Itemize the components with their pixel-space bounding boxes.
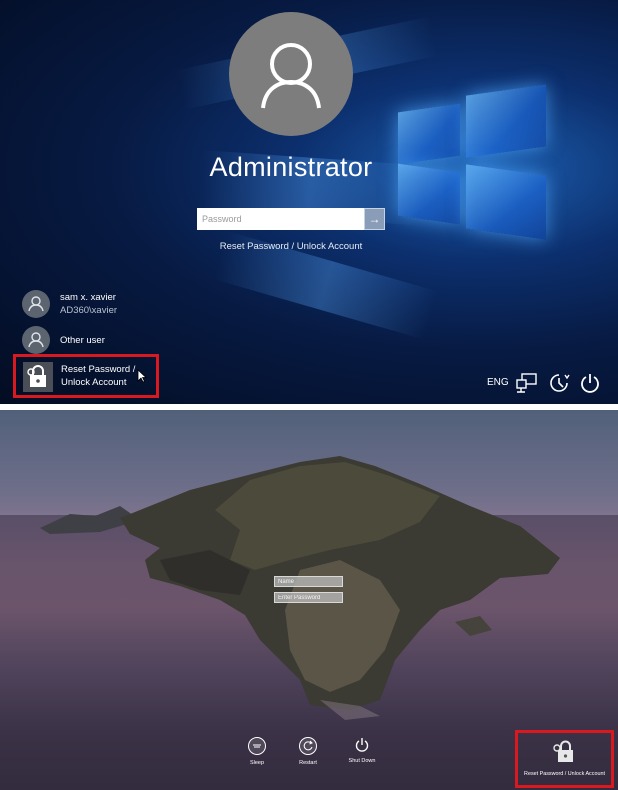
reset-tile-label-line2: Unlock Account <box>61 377 127 388</box>
password-input[interactable] <box>197 208 364 230</box>
user-avatar-small <box>22 290 50 318</box>
sleep-label: Sleep <box>249 760 265 766</box>
network-icon[interactable] <box>515 372 539 394</box>
name-input[interactable] <box>274 576 343 587</box>
user-icon <box>28 296 44 312</box>
shut-down-label: Shut Down <box>348 758 376 764</box>
user-avatar <box>229 12 353 136</box>
user-list-item[interactable]: Other user <box>22 325 105 355</box>
mac-password-input[interactable] <box>274 592 343 603</box>
user-icon <box>261 43 321 109</box>
windows-login-screen: Administrator → Reset Password / Unlock … <box>0 0 618 404</box>
reset-password-link[interactable]: Reset Password / Unlock Account <box>180 241 402 252</box>
restart-button[interactable]: Restart <box>288 737 328 766</box>
mac-reset-password-button[interactable]: Reset Password / Unlock Account <box>515 730 614 788</box>
shut-down-button[interactable]: Shut Down <box>342 737 382 764</box>
mouse-cursor-icon <box>137 369 147 383</box>
lock-key-icon <box>553 740 573 762</box>
macos-login-screen: Sleep Restart Shut Down Reset Password /… <box>0 410 618 790</box>
mac-reset-label: Reset Password / Unlock Account <box>524 771 605 777</box>
language-indicator[interactable]: ENG <box>487 377 509 388</box>
user-display-name: Other user <box>60 334 105 346</box>
user-display-name: sam x. xavier <box>60 292 116 303</box>
restart-icon <box>299 737 317 755</box>
sleep-button[interactable]: Sleep <box>237 737 277 766</box>
reset-tile-label-line1: Reset Password / <box>61 364 136 375</box>
restart-label: Restart <box>299 760 317 766</box>
password-field-group: → <box>197 208 385 230</box>
lock-key-icon <box>23 362 53 392</box>
power-icon[interactable] <box>579 372 601 394</box>
user-icon <box>28 332 44 348</box>
sleep-icon <box>248 737 266 755</box>
user-list-item[interactable]: sam x. xavier AD360\xavier <box>22 289 117 319</box>
user-name: Administrator <box>209 152 373 182</box>
submit-arrow-button[interactable]: → <box>364 208 385 230</box>
shut-down-icon <box>354 737 370 753</box>
user-account-name: AD360\xavier <box>60 305 118 316</box>
user-avatar-small <box>22 326 50 354</box>
ease-of-access-icon[interactable] <box>548 372 570 394</box>
